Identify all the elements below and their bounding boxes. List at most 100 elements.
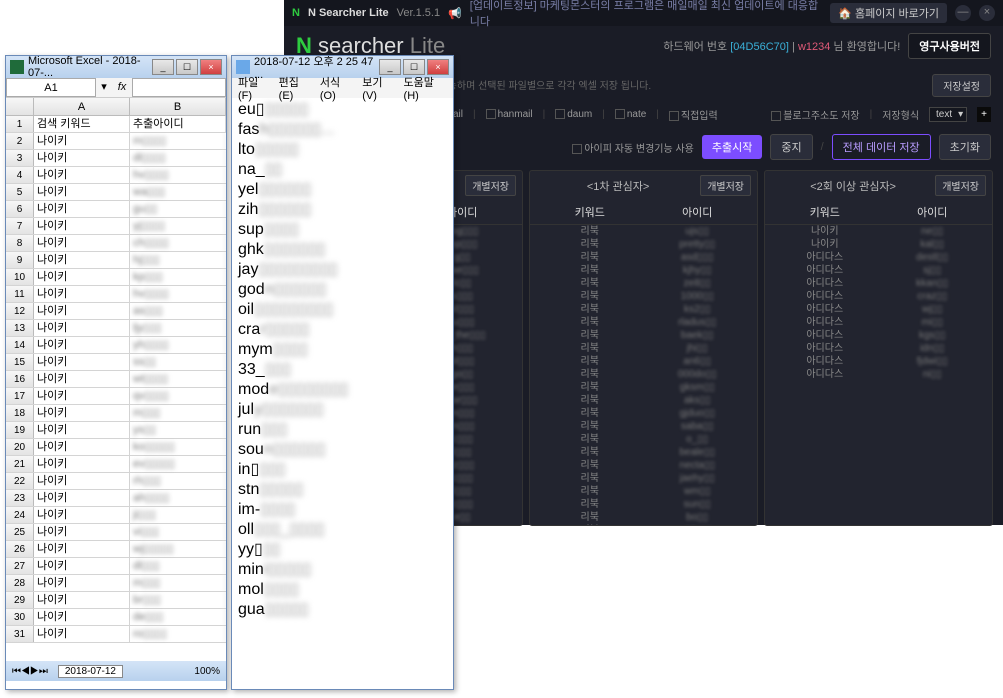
cell[interactable]: 나이키 bbox=[34, 150, 130, 166]
col-header-a[interactable]: A bbox=[34, 98, 130, 115]
cell[interactable]: hv▯▯▯▯ bbox=[130, 167, 226, 183]
cell[interactable]: 나이키 bbox=[34, 388, 130, 404]
data-row[interactable]: 리북asd▯▯▯ bbox=[530, 251, 757, 264]
cell[interactable]: 나이키 bbox=[34, 269, 130, 285]
row-header[interactable]: 17 bbox=[6, 388, 34, 404]
formula-input[interactable] bbox=[132, 78, 226, 97]
cell[interactable]: 나이키 bbox=[34, 235, 130, 251]
cell[interactable]: ch▯▯▯▯ bbox=[130, 235, 226, 251]
cell[interactable]: ss▯▯ bbox=[130, 354, 226, 370]
row-header[interactable]: 26 bbox=[6, 541, 34, 557]
data-row[interactable]: 리북gksm▯▯ bbox=[530, 381, 757, 394]
row-header[interactable]: 14 bbox=[6, 337, 34, 353]
cell[interactable]: hj▯▯▯ bbox=[130, 252, 226, 268]
save-option[interactable]: hanmail bbox=[486, 109, 533, 120]
notepad-maximize[interactable]: ☐ bbox=[403, 59, 425, 75]
add-format-button[interactable]: + bbox=[977, 107, 991, 122]
save-all-button[interactable]: 전체 데이터 저장 bbox=[832, 134, 931, 160]
cell[interactable]: 나이키 bbox=[34, 439, 130, 455]
ip-auto-option[interactable]: 아이피 자동 변경기능 사용 bbox=[572, 140, 694, 155]
cell[interactable]: dl▯▯▯▯ bbox=[130, 150, 226, 166]
cell[interactable]: ah▯▯▯▯ bbox=[130, 490, 226, 506]
data-row[interactable]: 나이키kal▯▯ bbox=[765, 238, 992, 251]
cell[interactable]: 나이키 bbox=[34, 609, 130, 625]
cell[interactable]: 나이키 bbox=[34, 592, 130, 608]
data-row[interactable]: 리북o_▯▯ bbox=[530, 433, 757, 446]
cell[interactable]: 나이키 bbox=[34, 575, 130, 591]
data-row[interactable]: 리북baek▯▯ bbox=[530, 329, 757, 342]
data-row[interactable]: 나이키ne▯▯ bbox=[765, 225, 992, 238]
row-header[interactable]: 30 bbox=[6, 609, 34, 625]
cell[interactable]: ljy▯▯▯ bbox=[130, 320, 226, 336]
data-row[interactable]: 리북beale▯▯ bbox=[530, 446, 757, 459]
menu-item[interactable]: 편집(E) bbox=[277, 74, 314, 102]
format-dropdown[interactable]: text bbox=[929, 107, 967, 122]
cell[interactable]: 나이키 bbox=[34, 286, 130, 302]
panel-body[interactable]: 나이키ne▯▯나이키kal▯▯아디다스destl▯▯아디다스sj▯▯아디다스kk… bbox=[765, 225, 992, 525]
row-header[interactable]: 5 bbox=[6, 184, 34, 200]
row-header[interactable]: 25 bbox=[6, 524, 34, 540]
cell[interactable]: ji▯▯▯ bbox=[130, 507, 226, 523]
panel-save-button[interactable]: 개별저장 bbox=[700, 175, 751, 196]
cell[interactable]: 추출아이디 bbox=[130, 116, 226, 132]
notepad-close[interactable]: × bbox=[427, 59, 449, 75]
cell[interactable]: m▯▯▯ bbox=[130, 575, 226, 591]
cell[interactable]: 나이키 bbox=[34, 320, 130, 336]
row-header[interactable]: 31 bbox=[6, 626, 34, 642]
data-row[interactable]: 리북gjduo▯▯ bbox=[530, 407, 757, 420]
cell[interactable]: 나이키 bbox=[34, 422, 130, 438]
row-header[interactable]: 3 bbox=[6, 150, 34, 166]
close-button[interactable]: × bbox=[979, 5, 995, 21]
name-box-dropdown[interactable]: ▾ bbox=[96, 78, 112, 97]
data-row[interactable]: 아디다스mi▯▯ bbox=[765, 316, 992, 329]
cell[interactable]: 나이키 bbox=[34, 524, 130, 540]
data-row[interactable]: 아디다스idn▯▯ bbox=[765, 342, 992, 355]
row-header[interactable]: 12 bbox=[6, 303, 34, 319]
zoom-level[interactable]: 100% bbox=[194, 666, 220, 677]
cell[interactable]: ev▯▯▯▯▯ bbox=[130, 456, 226, 472]
cell[interactable]: vi▯▯▯ bbox=[130, 524, 226, 540]
cell[interactable]: 나이키 bbox=[34, 490, 130, 506]
data-row[interactable]: 리북sun▯▯ bbox=[530, 498, 757, 511]
save-option[interactable]: daum bbox=[555, 109, 592, 120]
cell[interactable]: 나이키 bbox=[34, 133, 130, 149]
data-row[interactable]: 리북jhi▯▯ bbox=[530, 342, 757, 355]
cell[interactable]: gu▯▯ bbox=[130, 201, 226, 217]
data-row[interactable]: 리북ks2▯▯ bbox=[530, 303, 757, 316]
data-row[interactable]: 아디다스craz▯▯ bbox=[765, 290, 992, 303]
excel-minimize[interactable]: _ bbox=[152, 59, 174, 75]
data-row[interactable]: 리북000do▯▯ bbox=[530, 368, 757, 381]
row-header[interactable]: 1 bbox=[6, 116, 34, 132]
data-row[interactable]: 아디다스destl▯▯ bbox=[765, 251, 992, 264]
cell[interactable]: 나이키 bbox=[34, 456, 130, 472]
data-row[interactable]: 리북aks▯▯ bbox=[530, 394, 757, 407]
cell[interactable]: de▯▯▯ bbox=[130, 609, 226, 625]
cell[interactable]: 나이키 bbox=[34, 473, 130, 489]
excel-maximize[interactable]: ☐ bbox=[176, 59, 198, 75]
menu-item[interactable]: 도움말(H) bbox=[402, 74, 449, 102]
cell[interactable]: dl▯▯▯ bbox=[130, 558, 226, 574]
notepad-textarea[interactable]: eu▯▯▯▯▯▯fash▯▯▯▯▯▯...lto▯▯▯▯▯na_▯▯yel▯▯▯… bbox=[232, 98, 453, 668]
data-row[interactable]: 리북pretty▯▯ bbox=[530, 238, 757, 251]
row-header[interactable]: 10 bbox=[6, 269, 34, 285]
data-row[interactable]: 리북an6▯▯ bbox=[530, 355, 757, 368]
row-header[interactable]: 4 bbox=[6, 167, 34, 183]
row-header[interactable]: 22 bbox=[6, 473, 34, 489]
license-button[interactable]: 영구사용버전 bbox=[908, 33, 991, 59]
data-row[interactable]: 아디다스sj▯▯ bbox=[765, 264, 992, 277]
row-header[interactable]: 11 bbox=[6, 286, 34, 302]
cell[interactable]: 나이키 bbox=[34, 558, 130, 574]
sheet-nav[interactable]: ⏮◀▶⏭ bbox=[12, 666, 48, 677]
cell[interactable]: ro▯▯▯▯ bbox=[130, 626, 226, 642]
start-button[interactable]: 추출시작 bbox=[702, 135, 762, 159]
cell[interactable]: 나이키 bbox=[34, 507, 130, 523]
cell[interactable]: 나이키 bbox=[34, 167, 130, 183]
data-row[interactable]: 리북ze8▯▯ bbox=[530, 277, 757, 290]
cell[interactable]: 나이키 bbox=[34, 184, 130, 200]
cell[interactable]: rh▯▯▯ bbox=[130, 473, 226, 489]
row-header[interactable]: 20 bbox=[6, 439, 34, 455]
cell[interactable]: wt▯▯▯▯ bbox=[130, 371, 226, 387]
cell[interactable]: ko▯▯▯▯▯ bbox=[130, 439, 226, 455]
cell[interactable]: kp▯▯▯ bbox=[130, 269, 226, 285]
cell[interactable]: 나이키 bbox=[34, 354, 130, 370]
